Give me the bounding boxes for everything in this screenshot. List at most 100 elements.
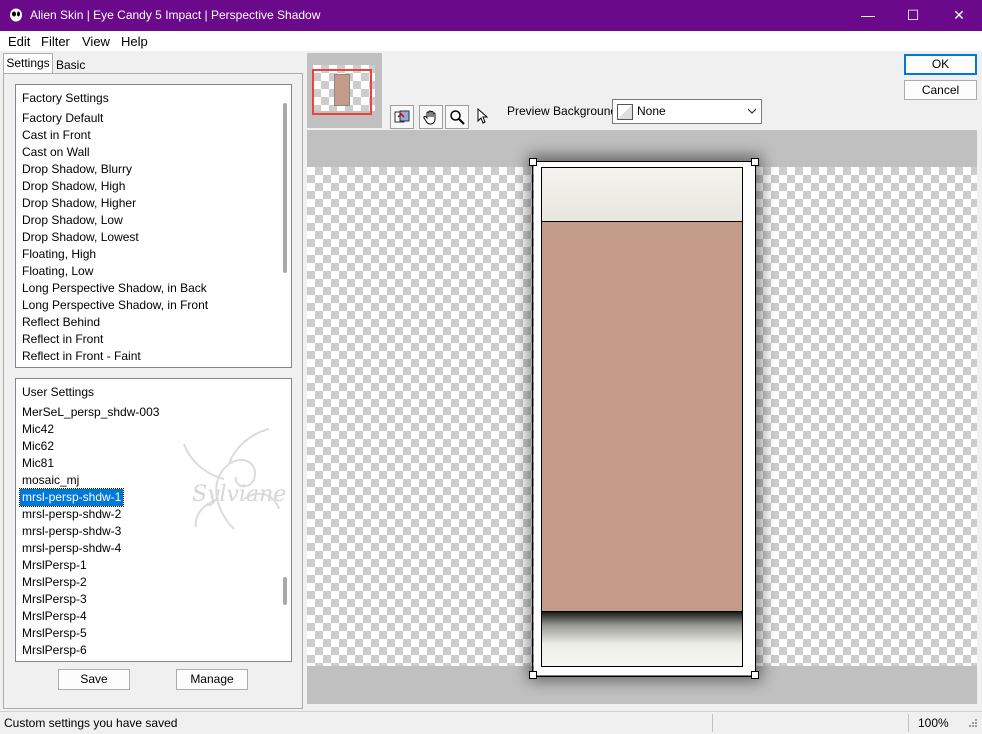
factory-scrollbar[interactable] xyxy=(283,103,287,273)
list-item-label: MrslPersp-4 xyxy=(22,609,87,623)
list-item[interactable]: Mic62 xyxy=(22,438,159,455)
tab-basic[interactable]: Basic xyxy=(56,57,85,73)
list-item-label: Drop Shadow, Blurry xyxy=(22,162,133,176)
list-item-label: MrslPersp-1 xyxy=(22,558,87,572)
status-divider xyxy=(712,714,713,732)
list-item[interactable]: Reflect in Front - Faint xyxy=(22,348,208,365)
list-item-label: mrsl-persp-shdw-2 xyxy=(22,507,122,521)
close-icon: ✕ xyxy=(953,7,965,23)
preview-area[interactable] xyxy=(307,130,977,704)
list-item-label: MrslPersp-3 xyxy=(22,592,87,606)
resize-handle-bottom-left[interactable] xyxy=(529,671,537,679)
preview-background-label: Preview Background: xyxy=(507,104,621,118)
menu-edit[interactable]: Edit xyxy=(8,34,30,49)
list-item[interactable]: Floating, High xyxy=(22,246,208,263)
factory-settings-list[interactable]: Factory Settings Factory Default Cast in … xyxy=(15,84,292,368)
close-button[interactable]: ✕ xyxy=(936,0,982,31)
preview-background-value: None xyxy=(637,104,666,118)
list-item-label: Long Perspective Shadow, in Front xyxy=(22,298,209,312)
list-item[interactable]: mrsl-persp-shdw-1 xyxy=(18,488,159,507)
menu-view[interactable]: View xyxy=(82,34,110,49)
user-scrollbar[interactable] xyxy=(283,577,287,605)
list-item-label: mosaic_mj xyxy=(22,473,80,487)
zoom-level: 100% xyxy=(918,716,949,730)
list-item[interactable]: MrslPersp-4 xyxy=(22,608,159,625)
manage-button[interactable]: Manage xyxy=(176,669,248,690)
save-button[interactable]: Save xyxy=(58,669,130,690)
hand-pan-icon xyxy=(423,110,436,125)
list-item-label: Floating, Low xyxy=(22,264,94,278)
menu-filter[interactable]: Filter xyxy=(41,34,70,49)
watermark-swirl-image: Sylviane xyxy=(183,428,286,530)
list-item-label: Reflect in Front xyxy=(22,332,104,346)
pointer-tool-button[interactable] xyxy=(472,105,494,127)
list-item[interactable]: Reflect Behind xyxy=(22,314,208,331)
minimize-icon: — xyxy=(861,7,875,23)
list-item-label: mrsl-persp-shdw-4 xyxy=(22,541,122,555)
cancel-button[interactable]: Cancel xyxy=(904,80,977,100)
list-item[interactable]: Drop Shadow, High xyxy=(22,178,208,195)
list-item-label: Mic42 xyxy=(22,422,55,436)
background-swatch-icon xyxy=(617,104,633,120)
resize-handle-bottom-right[interactable] xyxy=(751,671,759,679)
list-item-label: Drop Shadow, Low xyxy=(22,213,123,227)
list-item[interactable]: mosaic_mj xyxy=(22,472,159,489)
maximize-button[interactable]: ☐ xyxy=(890,0,936,31)
list-item-label: Mic62 xyxy=(22,439,55,453)
ok-button[interactable]: OK xyxy=(904,54,977,75)
zoom-tool-button[interactable] xyxy=(445,105,469,129)
user-settings-header: User Settings xyxy=(22,385,95,399)
list-item[interactable]: Drop Shadow, Lowest xyxy=(22,229,208,246)
list-item[interactable]: Drop Shadow, Blurry xyxy=(22,161,208,178)
list-item-label: Reflect Behind xyxy=(22,315,101,329)
pointer-arrow-icon xyxy=(477,108,489,124)
list-item[interactable]: mrsl-persp-shdw-2 xyxy=(22,506,159,523)
tab-settings[interactable]: Settings xyxy=(3,53,53,74)
list-item[interactable]: Floating, Low xyxy=(22,263,208,280)
hand-tool-button[interactable] xyxy=(419,105,443,129)
list-item[interactable]: MrslPersp-3 xyxy=(22,591,159,608)
navigator-viewport-box[interactable] xyxy=(312,69,372,115)
list-item-label: mrsl-persp-shdw-1 xyxy=(18,488,125,507)
list-item[interactable]: Cast in Front xyxy=(22,127,208,144)
preview-background-select[interactable]: None xyxy=(612,99,762,124)
list-item[interactable]: Mic81 xyxy=(22,455,159,472)
watermark-text: Sylviane xyxy=(192,482,286,507)
resize-grip-icon[interactable] xyxy=(966,718,978,730)
list-item[interactable]: Cast on Wall xyxy=(22,144,208,161)
list-item[interactable]: MrslPersp-5 xyxy=(22,625,159,642)
minimize-button[interactable]: — xyxy=(845,0,891,31)
list-item[interactable]: mrsl-persp-shdw-4 xyxy=(22,540,159,557)
user-settings-list[interactable]: User Settings MerSeL_persp_shdw-003 Mic42… xyxy=(15,378,292,662)
list-item[interactable]: MrslPersp-6 xyxy=(22,642,159,659)
list-item[interactable]: Long Perspective Shadow, in Back xyxy=(22,280,208,297)
list-item[interactable]: MerSeL_persp_shdw-003 xyxy=(22,404,159,421)
title-bar: Alien Skin | Eye Candy 5 Impact | Perspe… xyxy=(0,0,982,31)
list-item[interactable]: MrslPersp-1 xyxy=(22,557,159,574)
menu-help[interactable]: Help xyxy=(121,34,148,49)
selection-rectangle[interactable] xyxy=(532,161,756,677)
list-item[interactable]: Reflect in Front xyxy=(22,331,208,348)
factory-settings-header: Factory Settings xyxy=(22,91,109,105)
list-item-label: mrsl-persp-shdw-3 xyxy=(22,524,122,538)
list-item[interactable]: MrslPersp-2 xyxy=(22,574,159,591)
list-item[interactable]: Drop Shadow, Higher xyxy=(22,195,208,212)
menu-bar: Edit Filter View Help xyxy=(0,31,982,51)
resize-handle-top-left[interactable] xyxy=(529,158,537,166)
list-item-label: Factory Default xyxy=(22,111,104,125)
list-item-label: Cast in Front xyxy=(22,128,91,142)
list-item[interactable]: mrsl-persp-shdw-3 xyxy=(22,523,159,540)
list-item-label: Reflect in Front - Faint xyxy=(22,349,141,363)
resize-handle-top-right[interactable] xyxy=(751,158,759,166)
swap-preview-button[interactable] xyxy=(390,105,414,129)
list-item-label: Long Perspective Shadow, in Back xyxy=(22,281,207,295)
list-item[interactable]: Mic42 xyxy=(22,421,159,438)
zoom-magnifier-icon xyxy=(450,110,465,125)
list-item[interactable]: Factory Default xyxy=(22,110,208,127)
status-divider xyxy=(908,714,909,732)
user-settings-items: MerSeL_persp_shdw-003 Mic42 Mic62 Mic81 mosa… xyxy=(18,404,159,659)
list-item[interactable]: Long Perspective Shadow, in Front xyxy=(22,297,208,314)
list-item[interactable]: Drop Shadow, Low xyxy=(22,212,208,229)
list-item-label: Drop Shadow, Lowest xyxy=(22,230,139,244)
list-item-label: MerSeL_persp_shdw-003 xyxy=(22,405,160,419)
